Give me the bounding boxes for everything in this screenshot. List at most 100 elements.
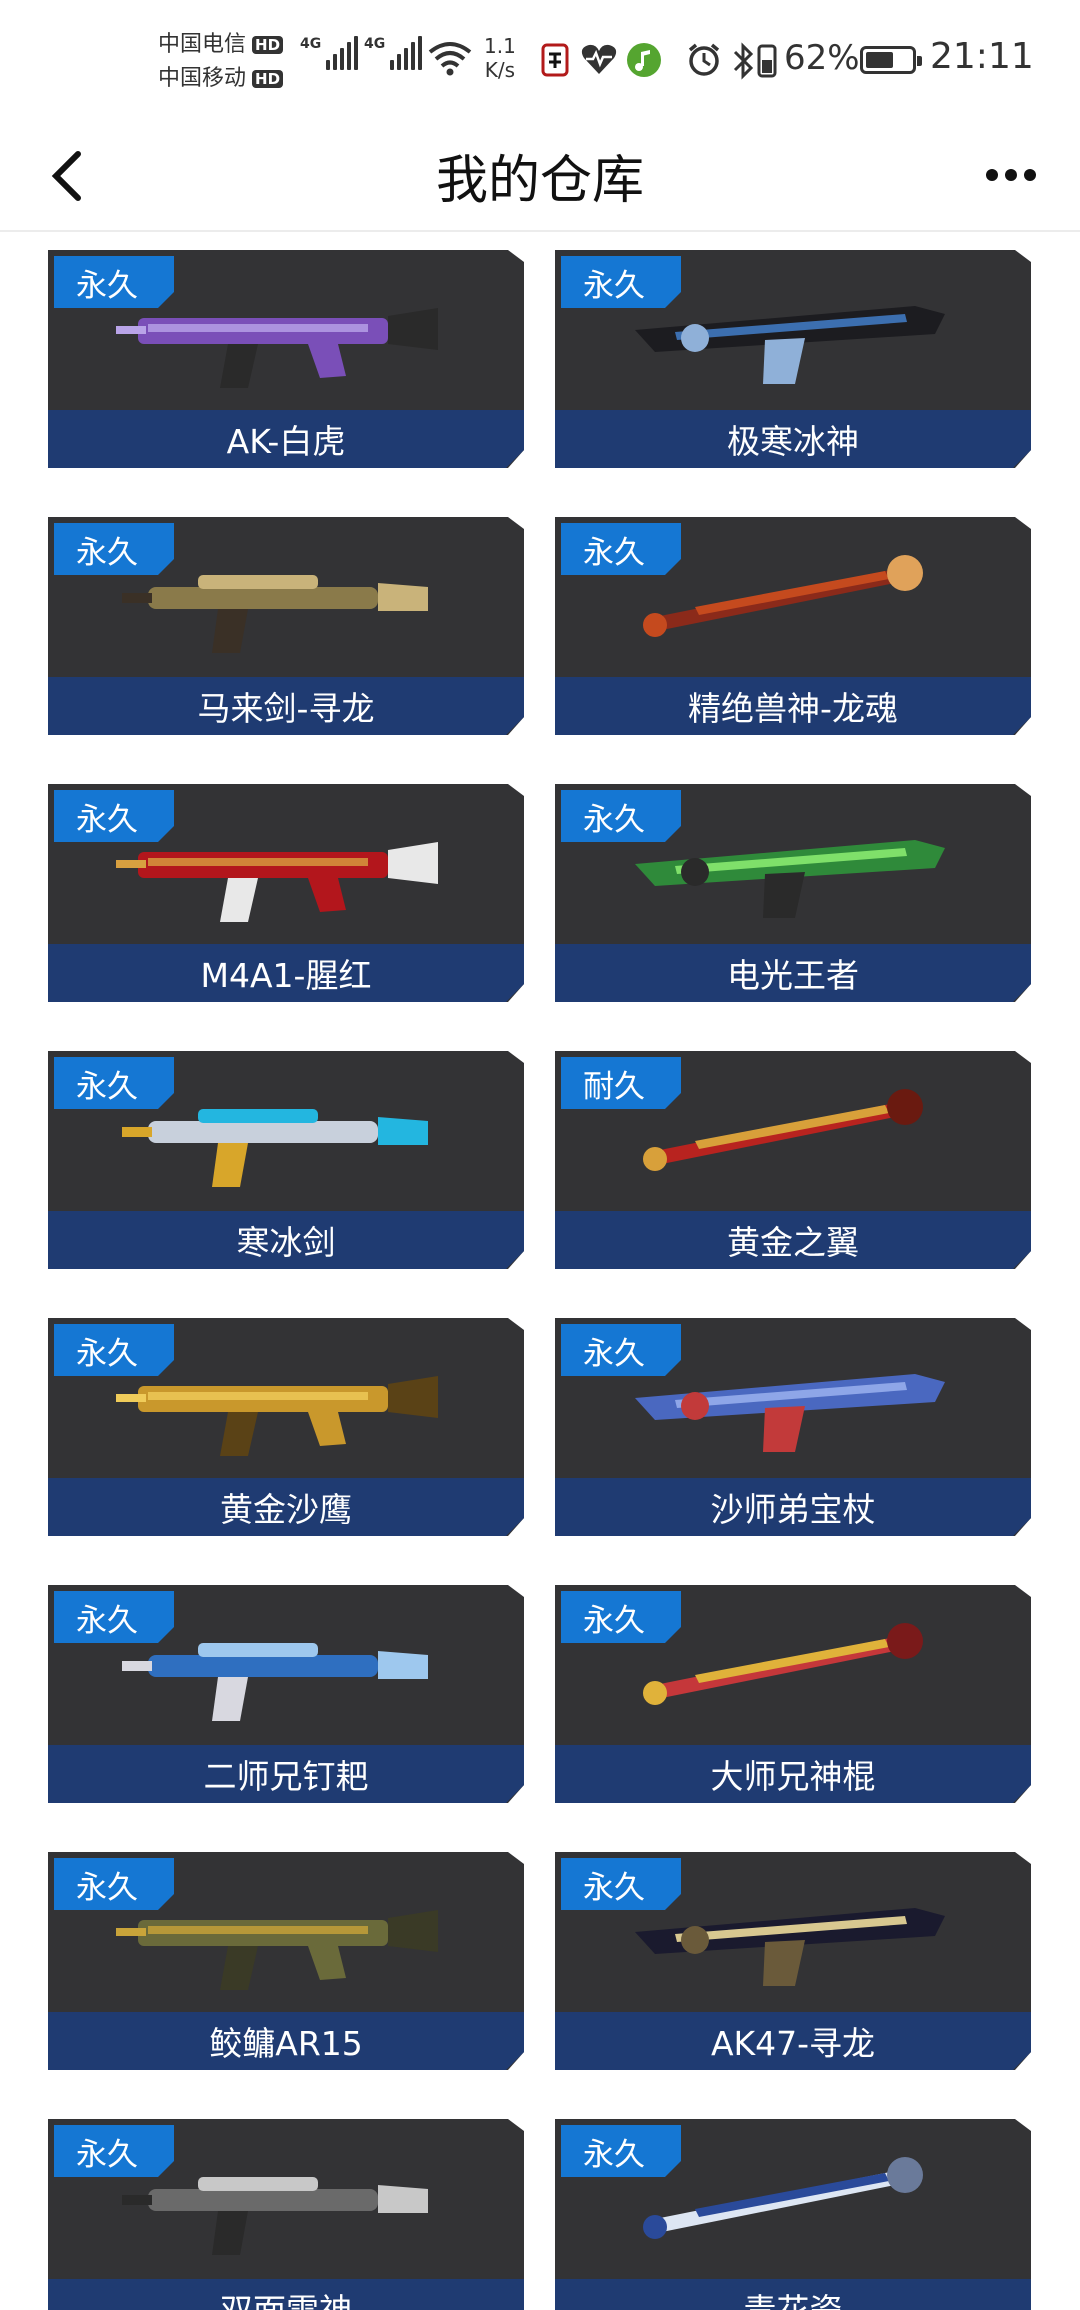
duration-tag-label: 永久 [76,801,138,838]
duration-tag-label: 永久 [583,1869,645,1906]
battery-percent: 62% [784,38,860,78]
duration-tag: 永久 [561,790,681,842]
item-name-bar: 精绝兽神-龙魂 [555,677,1031,735]
item-name-bar: 极寒冰神 [555,410,1031,468]
carrier-1-label: 中国电信 [158,32,247,57]
duration-tag: 耐久 [561,1057,681,1109]
duration-tag-label: 永久 [583,1602,645,1639]
item-grid: 永久 AK-白虎 永久 极寒冰神 永久 马来剑-寻龙 永久 精绝兽神-龙魂 永久 M4A1-腥红永… [0,232,1080,2310]
more-button[interactable] [976,150,1046,200]
duration-tag-label: 永久 [583,801,645,838]
duration-tag-label: 永久 [76,1335,138,1372]
item-name-bar: 黄金沙鹰 [48,1478,524,1536]
clock: 21:11 [930,36,1034,77]
item-name: M4A1-腥红 [200,956,372,995]
hd-badge: HD [252,36,284,54]
duration-tag: 永久 [54,2125,174,2177]
item-card[interactable]: 永久黄金沙鹰 [48,1318,524,1536]
item-card[interactable]: 永久双面雷神 [48,2119,524,2310]
item-card[interactable]: 永久沙师弟宝杖 [555,1318,1031,1536]
more-dot-icon [1024,169,1036,181]
page-title: 我的仓库 [435,151,644,211]
item-card[interactable]: 永久 M4A1-腥红 [48,784,524,1002]
item-name: 电光王者 [727,956,859,995]
hd-badge: HD [252,70,284,88]
item-card[interactable]: 永久 AK-白虎 [48,250,524,468]
duration-tag: 永久 [561,1324,681,1376]
item-name: 沙师弟宝杖 [710,1490,876,1529]
duration-tag-label: 永久 [583,1335,645,1372]
warehouse-page: 中国电信 HD 中国移动 HD 4G 4G 1.1 K/s 62% 21:11 … [0,0,1080,2310]
duration-tag: 永久 [54,1324,174,1376]
duration-tag: 永久 [54,1591,174,1643]
app-notification-icon [541,43,569,77]
item-name: 鲛鳙AR15 [209,2024,363,2063]
item-name-bar: 青花瓷 [555,2279,1031,2310]
duration-tag: 永久 [561,1591,681,1643]
item-name: 青花瓷 [744,2284,843,2310]
item-name: 极寒冰神 [727,422,859,461]
wifi-icon [428,42,472,76]
duration-tag-label: 永久 [76,1869,138,1906]
item-name-bar: 沙师弟宝杖 [555,1478,1031,1536]
item-card[interactable]: 永久大师兄神棍 [555,1585,1031,1803]
item-name: 二师兄钉耙 [203,1757,369,1796]
bluetooth-icon [733,42,754,80]
carrier-info: 中国电信 HD 中国移动 HD [158,28,284,96]
item-card[interactable]: 永久青花瓷 [555,2119,1031,2310]
duration-tag-label: 永久 [583,534,645,571]
item-name: AK-白虎 [226,422,346,461]
duration-tag: 永久 [561,256,681,308]
item-card[interactable]: 永久电光王者 [555,784,1031,1002]
item-name: 马来剑-寻龙 [197,689,375,728]
more-dot-icon [1005,169,1017,181]
network-speed: 1.1 K/s [484,34,516,82]
duration-tag: 永久 [54,256,174,308]
item-name-bar: 双面雷神 [48,2279,524,2310]
item-name-bar: AK-白虎 [48,410,524,468]
item-name-bar: 鲛鳙AR15 [48,2012,524,2070]
nav-bar: 我的仓库 [0,120,1080,232]
status-bar: 中国电信 HD 中国移动 HD 4G 4G 1.1 K/s 62% 21:11 [0,0,1080,120]
item-card[interactable]: 永久二师兄钉耙 [48,1585,524,1803]
item-card[interactable]: 永久 AK47-寻龙 [555,1852,1031,2070]
duration-tag: 永久 [561,2125,681,2177]
signal-1-icon: 4G [300,36,359,70]
duration-tag-label: 永久 [583,2136,645,2173]
duration-tag-label: 永久 [76,534,138,571]
duration-tag-label: 永久 [76,267,138,304]
duration-tag: 永久 [54,790,174,842]
item-name: 大师兄神棍 [710,1757,876,1796]
phone-battery-icon [757,44,777,78]
duration-tag-label: 永久 [76,2136,138,2173]
item-name: AK47-寻龙 [710,2024,876,2063]
battery-icon [860,46,922,74]
duration-tag-label: 永久 [76,1068,138,1105]
item-name-bar: M4A1-腥红 [48,944,524,1002]
duration-tag-label: 永久 [76,1602,138,1639]
duration-tag: 永久 [561,523,681,575]
item-name: 双面雷神 [220,2284,352,2310]
item-card[interactable]: 永久鲛鳙AR15 [48,1852,524,2070]
alarm-icon [688,43,720,76]
more-dot-icon [986,169,998,181]
health-icon [581,44,617,74]
item-name: 寒冰剑 [236,1223,336,1262]
item-name-bar: 电光王者 [555,944,1031,1002]
item-name-bar: 马来剑-寻龙 [48,677,524,735]
duration-tag-label: 耐久 [583,1068,645,1105]
duration-tag: 永久 [54,523,174,575]
duration-tag: 永久 [54,1858,174,1910]
carrier-2-label: 中国移动 [158,66,247,91]
item-name-bar: 二师兄钉耙 [48,1745,524,1803]
item-name: 黄金之翼 [727,1223,859,1262]
item-card[interactable]: 耐久黄金之翼 [555,1051,1031,1269]
item-card[interactable]: 永久精绝兽神-龙魂 [555,517,1031,735]
item-card[interactable]: 永久寒冰剑 [48,1051,524,1269]
duration-tag-label: 永久 [583,267,645,304]
item-name-bar: 黄金之翼 [555,1211,1031,1269]
duration-tag: 永久 [54,1057,174,1109]
item-card[interactable]: 永久马来剑-寻龙 [48,517,524,735]
music-icon [627,43,661,77]
item-card[interactable]: 永久极寒冰神 [555,250,1031,468]
